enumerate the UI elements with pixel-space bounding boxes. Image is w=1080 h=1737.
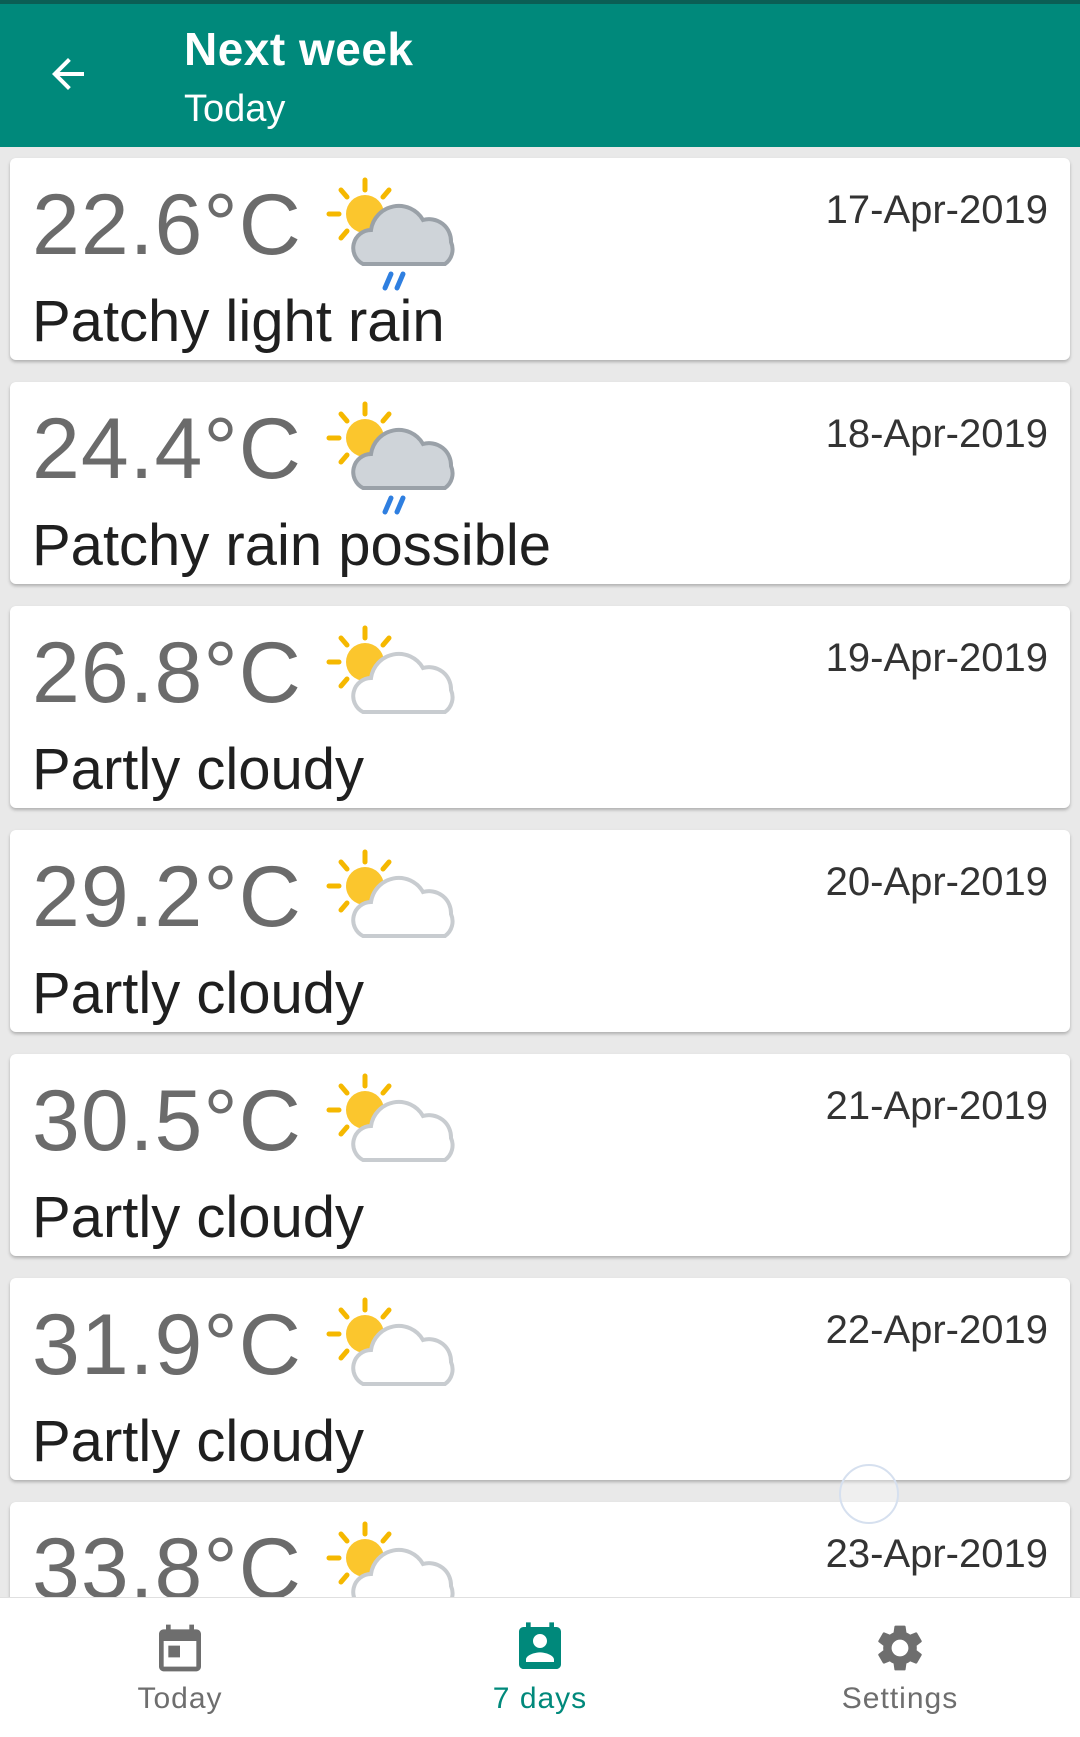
forecast-card[interactable]: 30.5°C 21-Apr-2019 Partly cloudy bbox=[10, 1054, 1070, 1256]
temperature: 29.2°C bbox=[32, 849, 302, 945]
nav-settings-label: Settings bbox=[841, 1682, 959, 1715]
forecast-card[interactable]: 22.6°C 17-Apr-2019 Patchy light rain bbox=[10, 158, 1070, 360]
condition-text: Patchy rain possible bbox=[32, 513, 552, 578]
forecast-card[interactable]: 26.8°C 19-Apr-2019 Partly cloudy bbox=[10, 606, 1070, 808]
forecast-list[interactable]: 22.6°C 17-Apr-2019 Patchy light rain 24.… bbox=[0, 147, 1080, 1597]
forecast-card[interactable]: 31.9°C 22-Apr-2019 Partly cloudy bbox=[10, 1278, 1070, 1480]
partly-cloudy-icon bbox=[326, 1521, 455, 1597]
forecast-date: 19-Apr-2019 bbox=[825, 636, 1048, 680]
condition-text: Patchy light rain bbox=[32, 289, 445, 354]
arrow-back-icon bbox=[52, 58, 84, 90]
forecast-date: 23-Apr-2019 bbox=[825, 1532, 1048, 1576]
sun-cloud-rain-icon bbox=[326, 177, 455, 291]
forecast-card[interactable]: 33.8°C 23-Apr-2019 bbox=[10, 1502, 1070, 1597]
condition-text: Partly cloudy bbox=[32, 1409, 365, 1474]
gear-icon bbox=[878, 1625, 922, 1671]
temperature: 31.9°C bbox=[32, 1297, 302, 1393]
partly-cloudy-icon bbox=[326, 849, 455, 938]
nav-today-label: Today bbox=[137, 1682, 223, 1715]
nav-settings[interactable]: Settings bbox=[720, 1598, 1080, 1737]
partly-cloudy-icon bbox=[326, 1297, 455, 1386]
forecast-date: 20-Apr-2019 bbox=[825, 860, 1048, 904]
condition-text: Partly cloudy bbox=[32, 1185, 365, 1250]
temperature: 22.6°C bbox=[32, 177, 302, 273]
forecast-date: 17-Apr-2019 bbox=[825, 188, 1048, 232]
touch-ripple bbox=[839, 1464, 899, 1524]
back-button[interactable] bbox=[34, 40, 102, 108]
contact-calendar-icon bbox=[519, 1622, 561, 1669]
forecast-card[interactable]: 29.2°C 20-Apr-2019 Partly cloudy bbox=[10, 830, 1070, 1032]
page-subtitle: Today bbox=[184, 88, 286, 130]
app-bar: Next week Today bbox=[0, 4, 1080, 147]
nav-7-days-label: 7 days bbox=[492, 1682, 588, 1715]
condition-text: Partly cloudy bbox=[32, 961, 365, 1026]
nav-7-days[interactable]: 7 days bbox=[360, 1598, 720, 1737]
temperature: 24.4°C bbox=[32, 401, 302, 497]
forecast-date: 22-Apr-2019 bbox=[825, 1308, 1048, 1352]
forecast-date: 21-Apr-2019 bbox=[825, 1084, 1048, 1128]
temperature: 30.5°C bbox=[32, 1073, 302, 1169]
page-title: Next week bbox=[184, 23, 414, 75]
partly-cloudy-icon bbox=[326, 1073, 455, 1162]
condition-text: Partly cloudy bbox=[32, 737, 365, 802]
calendar-icon bbox=[159, 1624, 201, 1672]
temperature: 33.8°C bbox=[32, 1521, 302, 1597]
temperature: 26.8°C bbox=[32, 625, 302, 721]
forecast-date: 18-Apr-2019 bbox=[825, 412, 1048, 456]
sun-cloud-rain-icon bbox=[326, 401, 455, 515]
forecast-card[interactable]: 24.4°C 18-Apr-2019 Patchy rain possible bbox=[10, 382, 1070, 584]
partly-cloudy-icon bbox=[326, 625, 455, 714]
nav-today[interactable]: Today bbox=[0, 1598, 360, 1737]
bottom-navigation: Today 7 days Settings bbox=[0, 1597, 1080, 1737]
